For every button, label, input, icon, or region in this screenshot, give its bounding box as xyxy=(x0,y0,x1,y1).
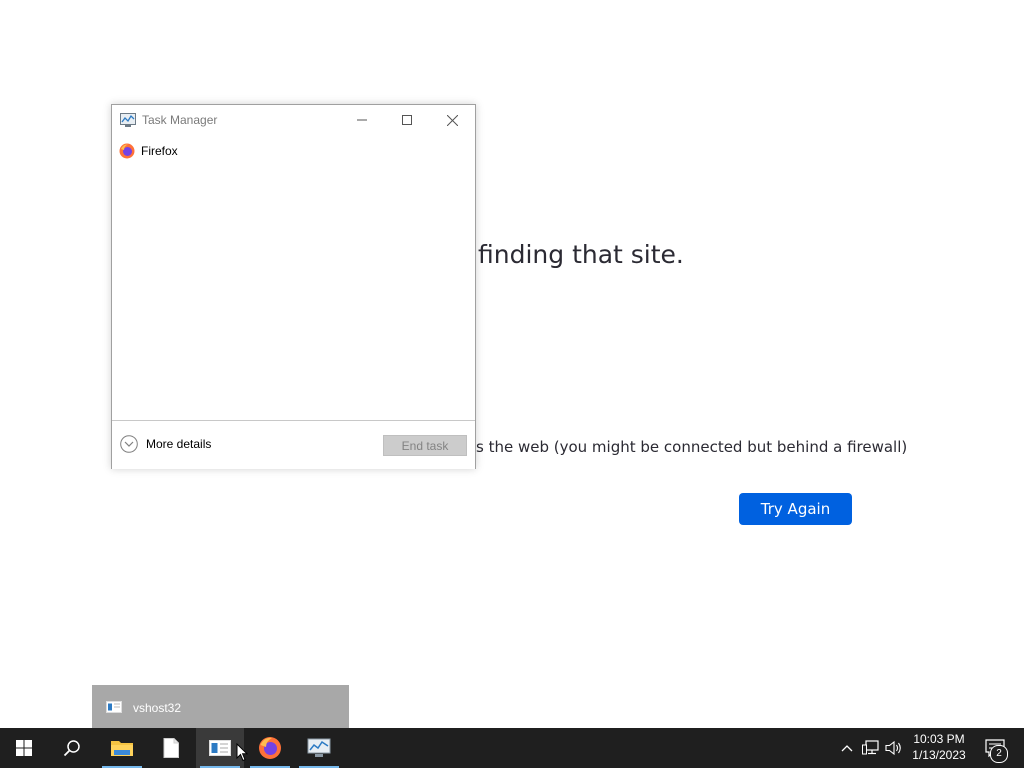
process-row-firefox[interactable]: Firefox xyxy=(116,140,471,162)
thumbnail-label: vshost32 xyxy=(133,701,182,715)
chevron-down-icon xyxy=(120,435,138,453)
minimize-button[interactable] xyxy=(339,105,384,135)
search-button[interactable] xyxy=(48,728,96,768)
mouse-cursor-icon xyxy=(236,743,248,762)
close-icon xyxy=(447,114,458,126)
start-button[interactable] xyxy=(0,728,48,768)
maximize-icon xyxy=(401,115,412,125)
window-title: Task Manager xyxy=(142,113,218,127)
maximize-button[interactable] xyxy=(384,105,429,135)
close-button[interactable] xyxy=(430,105,475,135)
volume-tray-button[interactable] xyxy=(884,728,904,768)
process-list: Firefox xyxy=(112,137,475,420)
window-icon xyxy=(209,740,231,756)
taskbar: 10:03 PM 1/13/2023 2 xyxy=(0,728,1024,768)
task-manager-window: Task Manager Firefox More details End ta… xyxy=(111,104,476,469)
more-details-toggle[interactable]: More details xyxy=(120,435,211,453)
speaker-icon xyxy=(885,740,901,756)
network-icon xyxy=(862,740,879,755)
more-details-label: More details xyxy=(146,437,212,451)
folder-icon xyxy=(111,741,133,756)
error-heading: finding that site. xyxy=(478,240,684,269)
try-again-button[interactable]: Try Again xyxy=(739,493,852,525)
windows-logo-icon xyxy=(16,740,32,756)
firefox-icon xyxy=(119,143,135,159)
taskbar-document[interactable] xyxy=(147,728,195,768)
task-manager-footer: More details End task xyxy=(112,420,475,469)
taskbar-thumbnail-popup[interactable]: vshost32 xyxy=(92,685,349,728)
task-manager-icon xyxy=(120,113,136,127)
task-manager-icon xyxy=(307,738,331,757)
taskbar-firefox[interactable] xyxy=(246,728,294,768)
clock-time: 10:03 PM xyxy=(913,732,965,746)
network-tray-button[interactable] xyxy=(861,728,881,768)
document-icon xyxy=(163,738,179,758)
minimize-icon xyxy=(356,119,367,121)
clock-date: 1/13/2023 xyxy=(912,748,966,762)
taskbar-task-manager[interactable] xyxy=(295,728,343,768)
desktop: finding that site. s the web (you might … xyxy=(0,0,1024,768)
taskbar-file-explorer[interactable] xyxy=(98,728,146,768)
process-name: Firefox xyxy=(141,144,178,158)
firefox-icon xyxy=(259,737,281,759)
chevron-up-icon xyxy=(841,745,853,752)
end-task-button[interactable]: End task xyxy=(383,435,467,456)
task-manager-titlebar[interactable]: Task Manager xyxy=(112,105,475,135)
window-icon xyxy=(106,701,122,713)
show-hidden-icons-button[interactable] xyxy=(838,728,856,768)
notification-count-badge: 2 xyxy=(990,745,1008,763)
error-detail-text: s the web (you might be connected but be… xyxy=(476,438,908,456)
search-icon xyxy=(63,740,80,757)
clock[interactable]: 10:03 PM 1/13/2023 xyxy=(904,731,974,765)
